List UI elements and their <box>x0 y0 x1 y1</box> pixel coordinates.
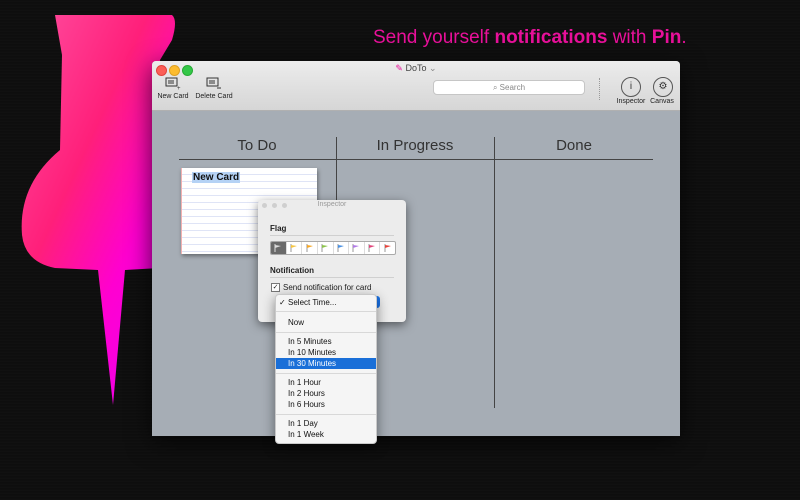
flag-icon <box>352 244 360 252</box>
notification-checkbox-label: Send notification for card <box>283 283 372 292</box>
delete-card-button[interactable]: Delete Card <box>193 77 235 100</box>
info-icon: i <box>629 81 633 92</box>
flag-option[interactable] <box>349 242 365 254</box>
window-title: ✎ DoTo ⌄ <box>395 63 437 73</box>
menu-item-1-week[interactable]: In 1 Week <box>276 429 376 440</box>
flag-icon <box>274 244 282 252</box>
flag-label: Flag <box>270 224 287 233</box>
menu-item-now[interactable]: Now <box>276 317 376 328</box>
card-title[interactable]: New Card <box>192 172 241 183</box>
toolbar: ✎ DoTo ⌄ + New Card Delete Card ⌕ Search… <box>152 61 680 111</box>
notification-label: Notification <box>270 266 314 275</box>
divider <box>270 235 394 236</box>
flag-option[interactable] <box>302 242 318 254</box>
column-divider <box>494 137 495 408</box>
new-card-label: New Card <box>157 93 189 100</box>
svg-text:+: + <box>177 86 181 90</box>
flag-icon <box>321 244 329 252</box>
flag-option[interactable] <box>365 242 381 254</box>
gear-icon: ⚙ <box>658 81 668 92</box>
menu-item-2-hours[interactable]: In 2 Hours <box>276 388 376 399</box>
canvas-label: Canvas <box>650 98 674 105</box>
notification-checkbox-row[interactable]: ✓ Send notification for card <box>271 283 372 292</box>
board-header-line <box>179 159 653 160</box>
menu-item-5-minutes[interactable]: In 5 Minutes <box>276 336 376 347</box>
inspector-label: Inspector <box>616 98 646 105</box>
flag-option[interactable] <box>318 242 334 254</box>
search-placeholder: Search <box>499 83 526 92</box>
notification-checkbox[interactable]: ✓ <box>271 283 280 292</box>
flag-icon <box>384 244 391 252</box>
menu-item-1-day[interactable]: In 1 Day <box>276 418 376 429</box>
search-icon: ⌕ <box>492 83 498 92</box>
column-done: Done <box>556 137 592 154</box>
menu-item-1-hour[interactable]: In 1 Hour <box>276 377 376 388</box>
column-todo: To Do <box>237 137 277 154</box>
toolbar-separator <box>599 78 600 100</box>
new-card-icon: + <box>165 77 181 90</box>
delete-card-label: Delete Card <box>195 93 233 100</box>
flag-icon <box>290 244 297 252</box>
delete-card-icon <box>206 77 221 89</box>
column-in-progress: In Progress <box>376 137 454 154</box>
flag-option[interactable] <box>287 242 303 254</box>
flag-option[interactable] <box>271 242 287 254</box>
new-card-button[interactable]: + New Card <box>156 77 190 100</box>
menu-item-10-minutes[interactable]: In 10 Minutes <box>276 347 376 358</box>
search-field[interactable]: ⌕ Search <box>433 80 585 95</box>
inspector-title: Inspector <box>317 201 347 208</box>
menu-item-select-time[interactable]: Select Time... <box>276 297 376 308</box>
menu-item-6-hours[interactable]: In 6 Hours <box>276 399 376 410</box>
flag-option[interactable] <box>380 242 395 254</box>
menu-separator <box>276 373 376 374</box>
flag-icon <box>306 244 313 252</box>
headline: Send yourself notifications with Pin. <box>373 27 687 48</box>
menu-separator <box>276 311 376 312</box>
menu-separator <box>276 332 376 333</box>
time-select-menu: Select Time... Now In 5 Minutes In 10 Mi… <box>275 294 377 444</box>
canvas-button[interactable]: ⚙ <box>653 77 673 97</box>
app-window: ✎ DoTo ⌄ + New Card Delete Card ⌕ Search… <box>152 61 680 436</box>
flag-picker[interactable] <box>270 241 396 255</box>
flag-icon <box>337 244 344 252</box>
divider <box>270 277 394 278</box>
flag-icon <box>368 244 376 252</box>
flag-option[interactable] <box>334 242 350 254</box>
inspector-button[interactable]: i <box>621 77 641 97</box>
menu-item-30-minutes[interactable]: In 30 Minutes <box>276 358 376 369</box>
menu-separator <box>276 414 376 415</box>
